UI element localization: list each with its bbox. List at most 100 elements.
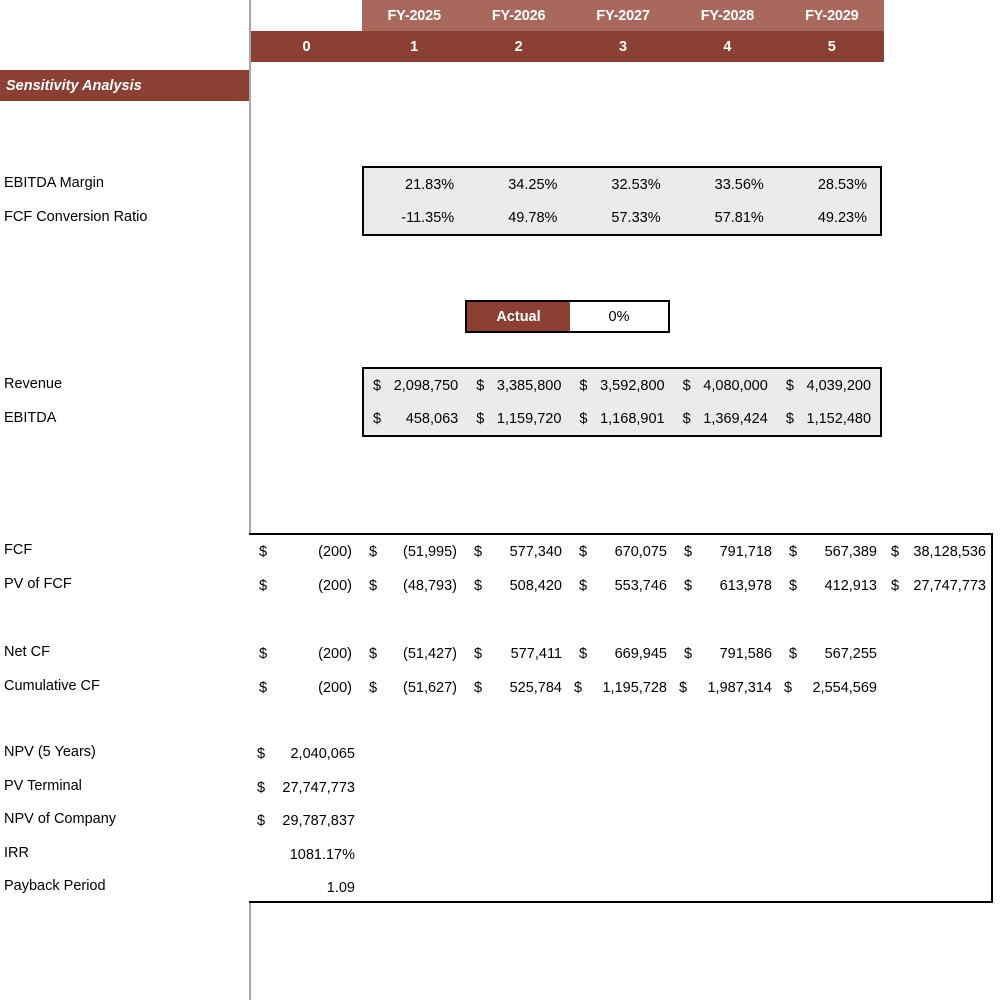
pv-terminal-cell: $ 27,747,773	[886, 575, 991, 596]
pv-of-fcf-cell: $ (200)	[251, 575, 361, 596]
fcf-cell: $ 567,389	[781, 541, 886, 562]
currency-symbol: $	[682, 377, 691, 394]
fiscal-year-header-row: FY-2025 FY-2026 FY-2027 FY-2028 FY-2029	[362, 0, 884, 31]
currency-symbol: $	[474, 577, 483, 594]
row-label-irr: IRR	[4, 845, 29, 861]
revenue-cell: $ 3,385,800	[467, 369, 570, 402]
net-cf-cell: $ (51,427)	[361, 643, 466, 664]
scenario-label: Actual	[467, 302, 570, 331]
currency-symbol: $	[257, 745, 266, 762]
fiscal-year-header-cell: FY-2028	[700, 7, 755, 24]
row-label-ebitda: EBITDA	[4, 410, 57, 426]
currency-symbol: $	[474, 645, 483, 662]
ebitda-amount: 1,159,720	[496, 410, 562, 427]
currency-symbol: $	[259, 577, 268, 594]
row-label-npv-5-years: NPV (5 Years)	[4, 744, 96, 760]
cumulative-cf-amount: (200)	[318, 679, 352, 696]
revenue-amount: 4,039,200	[806, 377, 872, 394]
fiscal-year-header-cell: FY-2029	[805, 7, 859, 24]
cumulative-cf-cell: $ 1,195,728	[571, 677, 676, 698]
net-cf-cell: $ (200)	[251, 643, 361, 664]
currency-symbol: $	[476, 410, 485, 427]
period-index-cell: 2	[514, 38, 523, 55]
ebitda-margin-value: 34.25%	[508, 176, 558, 193]
fcf-cell: $ (51,995)	[361, 541, 466, 562]
currency-symbol: $	[373, 377, 382, 394]
fcf-amount: 38,128,536	[913, 543, 986, 560]
ebitda-amount: 1,168,901	[600, 410, 665, 427]
sensitivity-analysis-banner: Sensitivity Analysis	[0, 70, 249, 101]
row-label-fcf: FCF	[4, 542, 33, 558]
pv-of-fcf-cell: $ 412,913	[781, 575, 886, 596]
fcf-conversion-value: 49.78%	[508, 209, 558, 226]
ebitda-cell: $ 1,168,901	[570, 402, 673, 435]
fcf-cell: $ 791,718	[676, 541, 781, 562]
cumulative-cf-cell: $ 1,987,314	[676, 677, 781, 698]
fcf-conversion-value: 57.81%	[714, 209, 764, 226]
currency-symbol: $	[369, 543, 378, 560]
net-cf-cell: $ 669,945	[571, 643, 676, 664]
row-label-cumulative-cf: Cumulative CF	[4, 678, 100, 694]
ebitda-cell: $ 1,369,424	[674, 402, 777, 435]
ebitda-margin-value: 28.53%	[817, 176, 868, 193]
fcf-amount: (200)	[318, 543, 352, 560]
fcf-cell: $ 577,340	[466, 541, 571, 562]
fcf-cell: $ (200)	[251, 541, 361, 562]
currency-symbol: $	[684, 645, 693, 662]
cumulative-cf-cell: $ 525,784	[466, 677, 571, 698]
table-row-ebitda-margin: 21.83% 34.25% 32.53% 33.56% 28.53%	[364, 168, 880, 201]
currency-symbol: $	[785, 377, 794, 394]
fiscal-year-header-cell: FY-2027	[596, 7, 650, 24]
npv-5-years-cell: $ 2,040,065	[251, 743, 361, 764]
fcf-terminal-cell: $ 38,128,536	[886, 541, 991, 562]
scenario-value-input[interactable]: 0%	[570, 302, 668, 331]
ebitda-amount: 1,152,480	[806, 410, 872, 427]
period-index-header-row: 0 1 2 3 4 5	[251, 31, 884, 62]
scenario-selector[interactable]: Actual 0%	[465, 300, 670, 333]
period-index-cell: 5	[827, 38, 836, 55]
ebitda-cell: $ 458,063	[364, 402, 467, 435]
period-index-cell: 0	[302, 38, 311, 55]
cumulative-cf-amount: 1,987,314	[707, 679, 772, 696]
pv-of-fcf-cell: $ 553,746	[571, 575, 676, 596]
cumulative-cf-amount: 2,554,569	[812, 679, 877, 696]
ebitda-amount: 1,369,424	[703, 410, 768, 427]
fcf-conversion-value: -11.35%	[401, 209, 455, 226]
currency-symbol: $	[679, 679, 688, 696]
row-label-npv-of-company: NPV of Company	[4, 811, 117, 827]
irr-cell: 1081.17%	[251, 844, 361, 865]
payback-period-cell: 1.09	[251, 877, 361, 898]
row-label-payback-period: Payback Period	[4, 878, 106, 894]
ebitda-margin-value: 21.83%	[405, 176, 455, 193]
currency-symbol: $	[789, 577, 798, 594]
npv-of-company-amount: 29,787,837	[282, 812, 355, 829]
cumulative-cf-cell: $ (200)	[251, 677, 361, 698]
ebitda-margin-value: 33.56%	[714, 176, 764, 193]
pv-of-fcf-cell: $ (48,793)	[361, 575, 466, 596]
currency-symbol: $	[369, 577, 378, 594]
currency-symbol: $	[579, 645, 588, 662]
sensitivity-ratios-table: 21.83% 34.25% 32.53% 33.56% 28.53% -11.3…	[362, 166, 882, 236]
fiscal-year-header-cell: FY-2025	[387, 7, 441, 24]
currency-symbol: $	[369, 645, 378, 662]
cumulative-cf-cell: $ 2,554,569	[781, 677, 886, 698]
revenue-cell: $ 4,080,000	[674, 369, 777, 402]
row-label-pv-of-fcf: PV of FCF	[4, 576, 72, 592]
currency-symbol: $	[891, 577, 900, 594]
net-cf-cell: $ 577,411	[466, 643, 571, 664]
fiscal-year-header-cell: FY-2026	[491, 7, 546, 24]
currency-symbol: $	[574, 679, 583, 696]
ebitda-amount: 458,063	[405, 410, 459, 427]
revenue-amount: 4,080,000	[703, 377, 768, 394]
currency-symbol: $	[579, 577, 588, 594]
row-label-fcf-conversion-ratio: FCF Conversion Ratio	[4, 209, 148, 225]
net-cf-cell: $ 791,586	[676, 643, 781, 664]
row-label-revenue: Revenue	[4, 376, 63, 392]
currency-symbol: $	[579, 377, 588, 394]
fcf-cell: $ 670,075	[571, 541, 676, 562]
net-cf-cell: $ 567,255	[781, 643, 886, 664]
pv-terminal-amount: 27,747,773	[282, 779, 355, 796]
npv-of-company-cell: $ 29,787,837	[251, 810, 361, 831]
cumulative-cf-amount: 1,195,728	[602, 679, 667, 696]
currency-symbol: $	[579, 410, 588, 427]
